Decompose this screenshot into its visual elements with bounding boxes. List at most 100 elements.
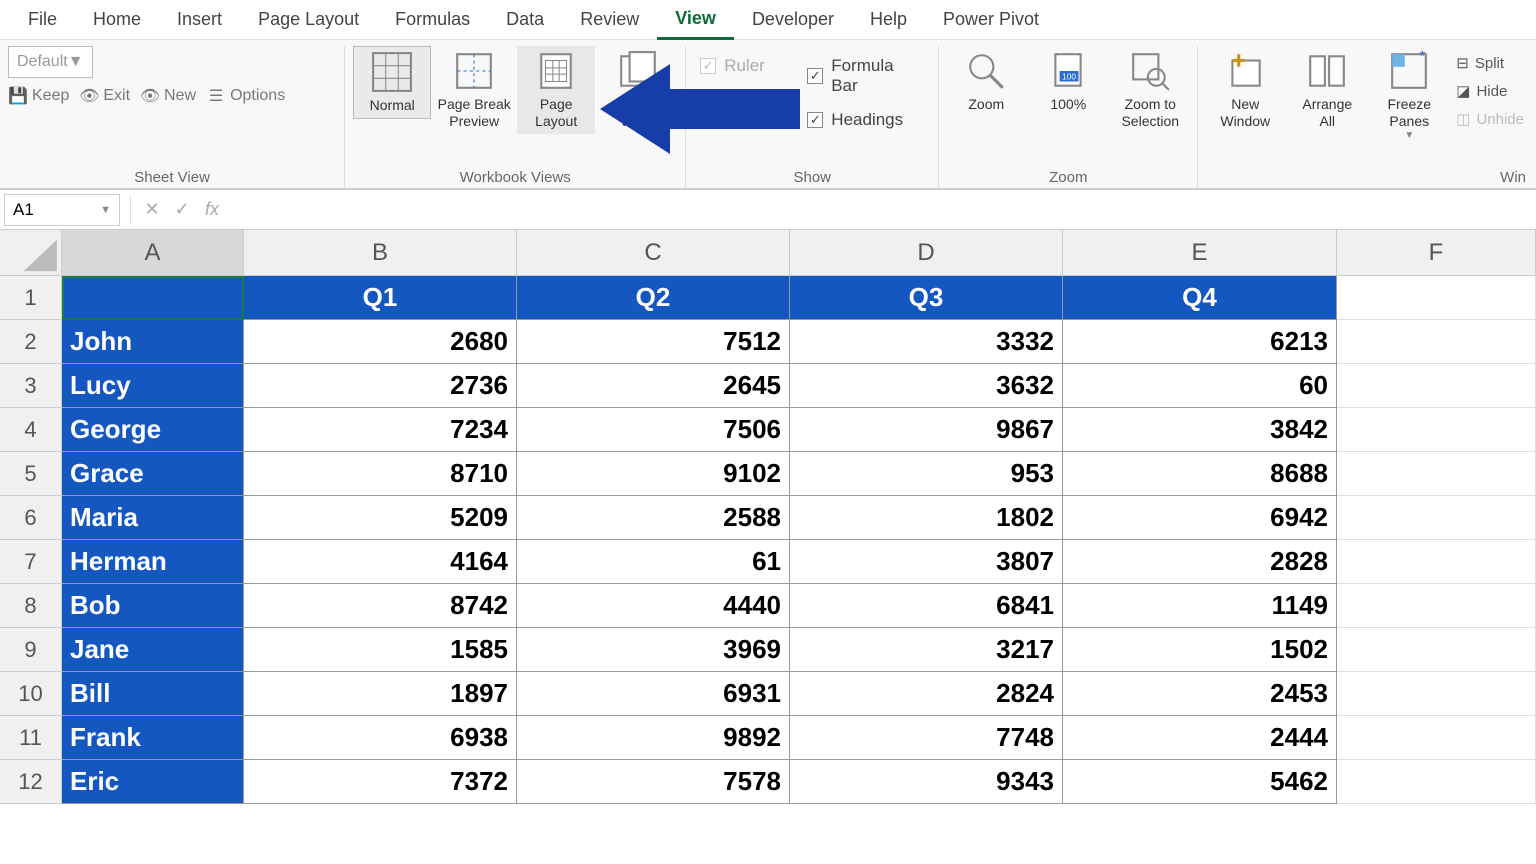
cell[interactable] — [1337, 276, 1536, 320]
column-header-E[interactable]: E — [1063, 230, 1337, 276]
hide-button[interactable]: ◪ Hide — [1456, 80, 1524, 102]
cell[interactable]: 2588 — [517, 496, 790, 540]
cell[interactable]: 2453 — [1063, 672, 1337, 716]
cell[interactable]: 7372 — [244, 760, 517, 804]
cell[interactable]: 9343 — [790, 760, 1063, 804]
row-header[interactable]: 7 — [0, 540, 62, 584]
cell[interactable]: 6942 — [1063, 496, 1337, 540]
options-button[interactable]: ☰ Options — [206, 86, 285, 106]
tab-file[interactable]: File — [10, 1, 75, 38]
cell[interactable]: 1897 — [244, 672, 517, 716]
cell[interactable]: Q4 — [1063, 276, 1337, 320]
column-header-B[interactable]: B — [244, 230, 517, 276]
cell[interactable]: 6213 — [1063, 320, 1337, 364]
cell[interactable]: Grace — [62, 452, 244, 496]
cell[interactable]: George — [62, 408, 244, 452]
cell[interactable]: Bob — [62, 584, 244, 628]
cell[interactable]: 3969 — [517, 628, 790, 672]
tab-power-pivot[interactable]: Power Pivot — [925, 1, 1057, 38]
column-header-D[interactable]: D — [790, 230, 1063, 276]
cell[interactable]: 4440 — [517, 584, 790, 628]
cell[interactable]: 7506 — [517, 408, 790, 452]
unhide-button[interactable]: ◫ Unhide — [1456, 108, 1524, 130]
tab-formulas[interactable]: Formulas — [377, 1, 488, 38]
cell[interactable] — [1337, 628, 1536, 672]
exit-button[interactable]: 👁 Exit — [79, 86, 130, 106]
tab-home[interactable]: Home — [75, 1, 159, 38]
fx-button[interactable]: fx — [197, 195, 227, 225]
cell[interactable]: 9102 — [517, 452, 790, 496]
new-window-button[interactable]: New Window — [1206, 46, 1284, 134]
select-all-corner[interactable] — [0, 230, 62, 276]
row-header[interactable]: 8 — [0, 584, 62, 628]
column-header-C[interactable]: C — [517, 230, 790, 276]
cell[interactable]: 1502 — [1063, 628, 1337, 672]
zoom-100-button[interactable]: 100 100% — [1029, 46, 1107, 117]
cell[interactable] — [1337, 320, 1536, 364]
arrange-all-button[interactable]: Arrange All — [1288, 46, 1366, 134]
tab-help[interactable]: Help — [852, 1, 925, 38]
cell[interactable]: Jane — [62, 628, 244, 672]
cancel-button[interactable]: ✕ — [137, 195, 167, 225]
cell[interactable]: 6931 — [517, 672, 790, 716]
column-header-A[interactable]: A — [62, 230, 244, 276]
row-header[interactable]: 5 — [0, 452, 62, 496]
tab-data[interactable]: Data — [488, 1, 562, 38]
normal-view-button[interactable]: Normal — [353, 46, 431, 119]
cell[interactable]: 2828 — [1063, 540, 1337, 584]
cell[interactable]: 3807 — [790, 540, 1063, 584]
cell[interactable] — [1337, 408, 1536, 452]
cell[interactable] — [1337, 452, 1536, 496]
cell[interactable]: 2736 — [244, 364, 517, 408]
cell[interactable]: 4164 — [244, 540, 517, 584]
column-header-F[interactable]: F — [1337, 230, 1536, 276]
page-layout-button[interactable]: Page Layout — [517, 46, 595, 134]
cell[interactable]: 6938 — [244, 716, 517, 760]
cell[interactable] — [1337, 716, 1536, 760]
cell[interactable]: 5209 — [244, 496, 517, 540]
cell[interactable]: John — [62, 320, 244, 364]
row-header[interactable]: 4 — [0, 408, 62, 452]
cell[interactable]: 61 — [517, 540, 790, 584]
cell[interactable]: Herman — [62, 540, 244, 584]
enter-button[interactable]: ✓ — [167, 195, 197, 225]
zoom-selection-button[interactable]: Zoom to Selection — [1111, 46, 1189, 134]
keep-button[interactable]: 💾 Keep — [8, 86, 69, 106]
row-header[interactable]: 12 — [0, 760, 62, 804]
cell[interactable]: 9892 — [517, 716, 790, 760]
row-header[interactable]: 10 — [0, 672, 62, 716]
cell-A1[interactable] — [62, 276, 244, 320]
cell[interactable]: 5462 — [1063, 760, 1337, 804]
row-header[interactable]: 2 — [0, 320, 62, 364]
row-header[interactable]: 9 — [0, 628, 62, 672]
cell[interactable]: 3217 — [790, 628, 1063, 672]
cell[interactable]: 2444 — [1063, 716, 1337, 760]
row-header[interactable]: 11 — [0, 716, 62, 760]
cell[interactable]: 7748 — [790, 716, 1063, 760]
cell[interactable]: 60 — [1063, 364, 1337, 408]
cell[interactable]: 1802 — [790, 496, 1063, 540]
cell[interactable]: 8688 — [1063, 452, 1337, 496]
tab-insert[interactable]: Insert — [159, 1, 240, 38]
cell[interactable] — [1337, 364, 1536, 408]
cell[interactable]: 2645 — [517, 364, 790, 408]
tab-developer[interactable]: Developer — [734, 1, 852, 38]
cell[interactable]: 953 — [790, 452, 1063, 496]
cell[interactable]: Frank — [62, 716, 244, 760]
cell[interactable]: Q3 — [790, 276, 1063, 320]
cell[interactable] — [1337, 496, 1536, 540]
name-box[interactable]: A1 ▼ — [4, 194, 120, 226]
cell[interactable] — [1337, 584, 1536, 628]
cell[interactable]: Q2 — [517, 276, 790, 320]
tab-view[interactable]: View — [657, 0, 734, 40]
tab-review[interactable]: Review — [562, 1, 657, 38]
cell[interactable]: 3332 — [790, 320, 1063, 364]
cell[interactable] — [1337, 672, 1536, 716]
cell[interactable]: Eric — [62, 760, 244, 804]
cell[interactable]: 7578 — [517, 760, 790, 804]
new-button[interactable]: 👁 New — [140, 86, 196, 106]
cell[interactable]: Maria — [62, 496, 244, 540]
row-header[interactable]: 6 — [0, 496, 62, 540]
cell[interactable]: 3632 — [790, 364, 1063, 408]
zoom-button[interactable]: Zoom — [947, 46, 1025, 117]
